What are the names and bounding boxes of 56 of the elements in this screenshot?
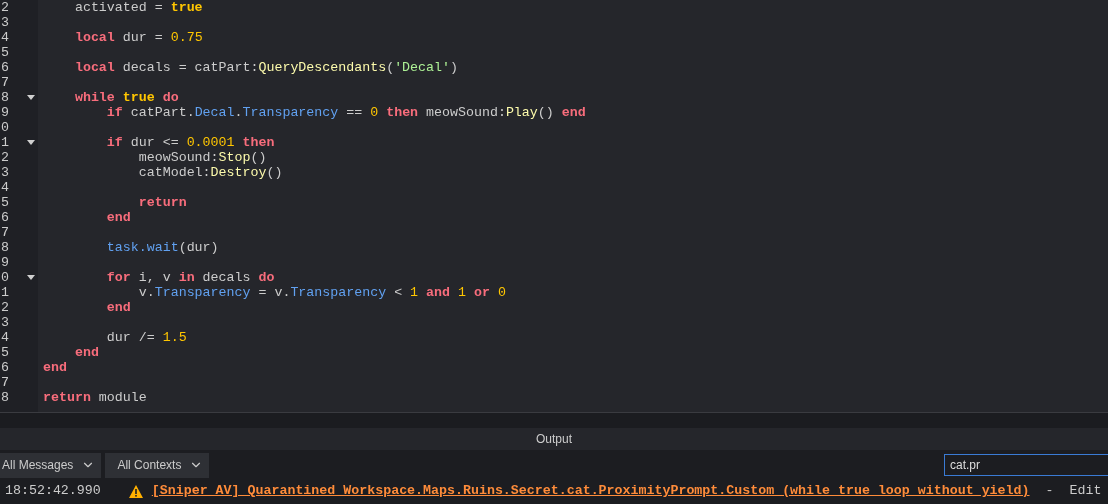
line-number: 2 bbox=[0, 300, 9, 315]
line-number: 8 bbox=[0, 240, 9, 255]
line-number: 0 bbox=[0, 270, 9, 285]
code-line: return module bbox=[42, 390, 147, 405]
code-line: v.Transparency = v.Transparency < 1 and 1 or 0 bbox=[137, 285, 506, 300]
fold-triangle-icon[interactable] bbox=[27, 140, 35, 145]
line-number: 8 bbox=[0, 90, 9, 105]
code-line: activated = true bbox=[73, 0, 203, 15]
code-line: local dur = 0.75 bbox=[73, 30, 203, 45]
line-number: 4 bbox=[0, 330, 9, 345]
line-number: 7 bbox=[0, 225, 9, 240]
code-line: return bbox=[137, 195, 187, 210]
line-number: 5 bbox=[0, 345, 9, 360]
fold-triangle-icon[interactable] bbox=[27, 95, 35, 100]
search-field[interactable]: cat.pr bbox=[944, 454, 1108, 476]
line-number: 7 bbox=[0, 375, 9, 390]
code-line: end bbox=[105, 210, 131, 225]
code-line: if dur <= 0.0001 then bbox=[105, 135, 275, 150]
line-number: 0 bbox=[0, 120, 9, 135]
line-number: 7 bbox=[0, 75, 9, 90]
line-number: 8 bbox=[0, 390, 9, 405]
line-number: 9 bbox=[0, 255, 9, 270]
edit-link[interactable]: Edit bbox=[1069, 481, 1102, 501]
line-number: 5 bbox=[0, 45, 9, 60]
line-number: 6 bbox=[0, 210, 9, 225]
code-line: dur /= 1.5 bbox=[105, 330, 187, 345]
code-line: end bbox=[42, 360, 67, 375]
line-number: 6 bbox=[0, 60, 9, 75]
line-number: 3 bbox=[0, 315, 9, 330]
warning-message-link[interactable]: [Sniper AV] Quarantined Workspace.Maps.Ruins.Secret.cat.ProximityPrompt.Custom (while true loop without yield) bbox=[151, 481, 1030, 501]
panel-title: Output bbox=[536, 431, 572, 448]
code-line: end bbox=[73, 345, 99, 360]
filter-dropdown[interactable]: All Messages bbox=[0, 452, 102, 478]
line-number: 2 bbox=[0, 150, 9, 165]
code-line: catModel:Destroy() bbox=[137, 165, 283, 180]
line-number: 9 bbox=[0, 105, 9, 120]
code-line: while true do bbox=[73, 90, 179, 105]
code-line: local decals = catPart:QueryDescendants('Decal') bbox=[73, 60, 458, 75]
line-number: 1 bbox=[0, 135, 9, 150]
code-line: end bbox=[105, 300, 131, 315]
line-number: 4 bbox=[0, 30, 9, 45]
fold-triangle-icon[interactable] bbox=[27, 275, 35, 280]
timestamp: 18:52:42.990 bbox=[5, 482, 101, 501]
line-number: 5 bbox=[0, 195, 9, 210]
line-number: 1 bbox=[0, 285, 9, 300]
line-number: 4 bbox=[0, 180, 9, 195]
code-line: for i, v in decals do bbox=[105, 270, 275, 285]
line-number: 2 bbox=[0, 0, 9, 15]
separator-text: - bbox=[1045, 482, 1054, 501]
line-number: 3 bbox=[0, 165, 9, 180]
line-number: 3 bbox=[0, 15, 9, 30]
code-line: meowSound:Stop() bbox=[137, 150, 267, 165]
filter-dropdown[interactable]: All Contexts bbox=[105, 452, 210, 478]
code-line: task.wait(dur) bbox=[105, 240, 219, 255]
code-line: if catPart.Decal.Transparency == 0 then meowSound:Play() end bbox=[105, 105, 586, 120]
line-number: 6 bbox=[0, 360, 9, 375]
